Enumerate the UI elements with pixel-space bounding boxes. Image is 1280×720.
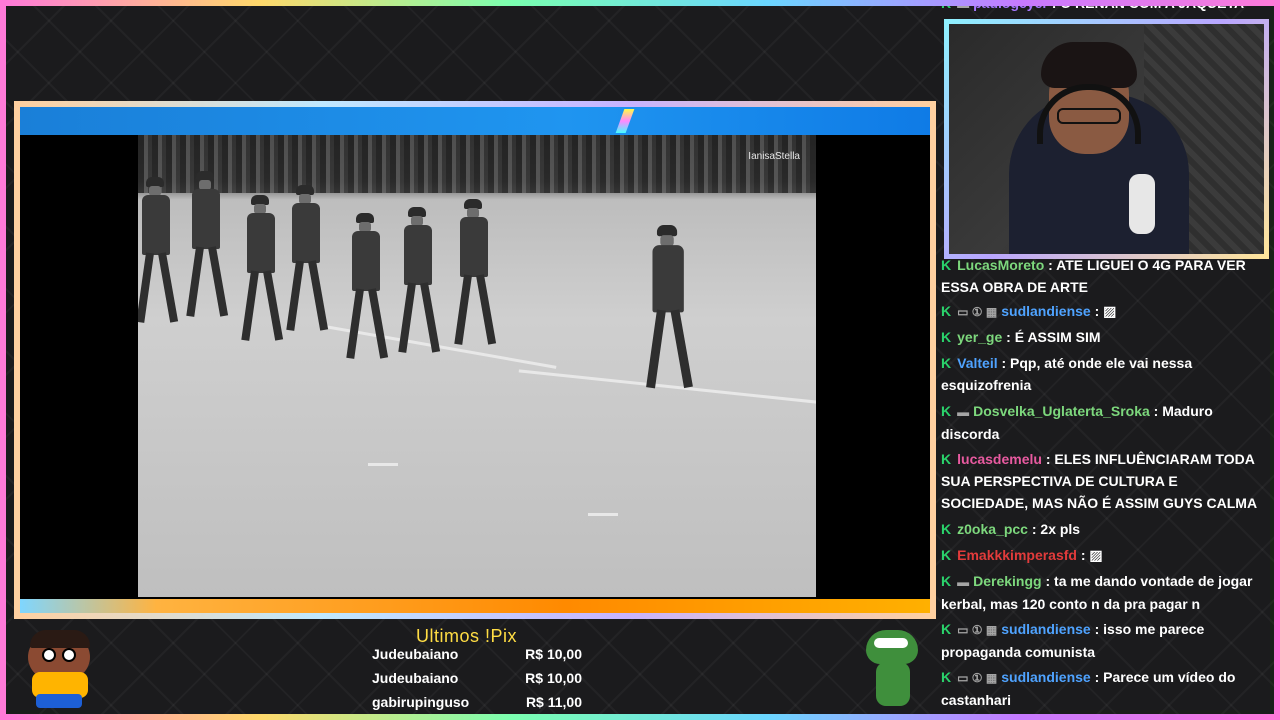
chat-separator: : (997, 355, 1011, 371)
chat-username[interactable]: LucasMoreto (957, 257, 1044, 273)
pix-widget: Ultimos !Pix Judeubaiano R$ 10,00 Judeub… (360, 622, 590, 718)
chat-username[interactable]: Emakkkimperasfd (957, 547, 1077, 563)
pix-donor: Judeubaiano (372, 670, 459, 686)
chat-separator: : (1002, 329, 1015, 345)
subscriber-badge-icon: K (941, 521, 952, 537)
cartoon-character (20, 628, 104, 710)
chat-separator: : (1149, 403, 1163, 419)
chat-separator: : (1041, 573, 1055, 589)
chat-username[interactable]: sudlandiense (1001, 303, 1090, 319)
extra-badges-icon: ▬ (957, 405, 970, 419)
chat-message: K ▬ Dosvelka_Uglaterta_Sroka : Maduro disc… (941, 400, 1266, 445)
chat-separator: : (1041, 451, 1055, 467)
chat-message: K ▭ ① ▦ sudlandiense : ▨ (941, 300, 1266, 323)
pix-row: Judeubaiano R$ 10,00 (372, 646, 582, 662)
pix-row: Judeubaiano R$ 10,00 (372, 670, 582, 686)
chat-message: K Valteil : Pqp, até onde ele vai nessa e… (941, 352, 1266, 396)
subscriber-badge-icon: K (941, 573, 952, 589)
chat-panel: K ▬ paulogeyer : O RENAN COM A JAQUETA K Luc… (941, 0, 1271, 720)
chat-username[interactable]: lucasdemelu (957, 451, 1042, 467)
video-player[interactable]: IanisaStella (14, 101, 936, 619)
pix-row: gabirupinguso R$ 11,00 (372, 694, 582, 710)
chat-username[interactable]: sudlandiense (1001, 621, 1090, 637)
pix-amount: R$ 11,00 (525, 694, 582, 710)
extra-badges-icon: ▭ ① ▦ (957, 671, 998, 685)
pepe-frog-emote (864, 630, 920, 710)
chat-username[interactable]: paulogeyer (973, 0, 1048, 11)
chat-username[interactable]: Derekingg (973, 573, 1041, 589)
chat-message: K LucasMoreto : ATE LIGUEI O 4G PARA VER … (941, 254, 1266, 298)
chat-separator: : (1090, 303, 1104, 319)
chat-message: Kyer_ge : É ASSIM SIM (941, 326, 1266, 348)
road-line (588, 513, 618, 516)
extra-badges-icon: ▭ ① ▦ (957, 305, 998, 319)
chat-separator: : (1076, 547, 1090, 563)
subscriber-badge-icon: K (941, 257, 952, 273)
road-line (368, 463, 398, 466)
chat-text: ▨ (1103, 303, 1117, 319)
video-topbar (20, 107, 930, 135)
chat-message: K ▭ ① ▦ sudlandiense : Parece um vídeo do … (941, 666, 1266, 711)
video-watermark: IanisaStella (748, 151, 800, 162)
pix-amount: R$ 10,00 (525, 670, 582, 686)
chat-username[interactable]: Valteil (957, 355, 997, 371)
chat-separator: : (1027, 521, 1041, 537)
chat-username[interactable]: yer_ge (957, 329, 1002, 345)
pix-donor: gabirupinguso (372, 694, 470, 710)
chat-message: Klucasdemelu : ELES INFLUÊNCIARAM TODA S… (941, 448, 1266, 514)
chat-username[interactable]: sudlandiense (1001, 669, 1090, 685)
chat-text: É ASSIM SIM (1014, 329, 1101, 345)
subscriber-badge-icon: K (941, 669, 952, 685)
chat-separator: : (1044, 257, 1057, 273)
extra-badges-icon: ▬ (957, 0, 970, 11)
chat-message: K Emakkkimperasfd : ▨ (941, 544, 1266, 566)
chat-username[interactable]: z0oka_pcc (957, 521, 1028, 537)
pix-donor: Judeubaiano (372, 646, 459, 662)
chat-message: K ▬ paulogeyer : O RENAN COM A JAQUETA (941, 0, 1266, 15)
chat-text: ▨ (1089, 547, 1103, 563)
subscriber-badge-icon: K (941, 451, 952, 467)
subscriber-badge-icon: K (941, 303, 952, 319)
chat-separator: : (1090, 669, 1104, 685)
chat-separator: : (1047, 0, 1061, 11)
subscriber-badge-icon: K (941, 329, 952, 345)
chat-text: 2x pls (1040, 521, 1081, 537)
video-frame-content: IanisaStella (138, 135, 816, 597)
video-bottombar (20, 599, 930, 613)
chat-message: K ▬ Derekingg : ta me dando vontade de jog… (941, 570, 1266, 615)
pix-title: Ultimos !Pix (416, 626, 518, 646)
extra-badges-icon: ▭ ① ▦ (957, 623, 998, 637)
subscriber-badge-icon: K (941, 355, 952, 371)
extra-badges-icon: ▬ (957, 575, 970, 589)
subscriber-badge-icon: K (941, 403, 952, 419)
chat-separator: : (1090, 621, 1104, 637)
crowd-background (138, 135, 816, 193)
pix-amount: R$ 10,00 (525, 646, 582, 662)
subscriber-badge-icon: K (941, 547, 952, 563)
road-line (518, 369, 816, 404)
chat-message: K ▭ ① ▦ sudlandiense : isso me parece prop… (941, 618, 1266, 663)
chat-message: Kz0oka_pcc : 2x pls (941, 518, 1266, 540)
chat-text: O RENAN COM A JAQUETA (1060, 0, 1245, 11)
chat-username[interactable]: Dosvelka_Uglaterta_Sroka (973, 403, 1150, 419)
prism-decoration (615, 109, 635, 133)
subscriber-badge-icon: K (941, 621, 952, 637)
subscriber-badge-icon: K (941, 0, 952, 11)
